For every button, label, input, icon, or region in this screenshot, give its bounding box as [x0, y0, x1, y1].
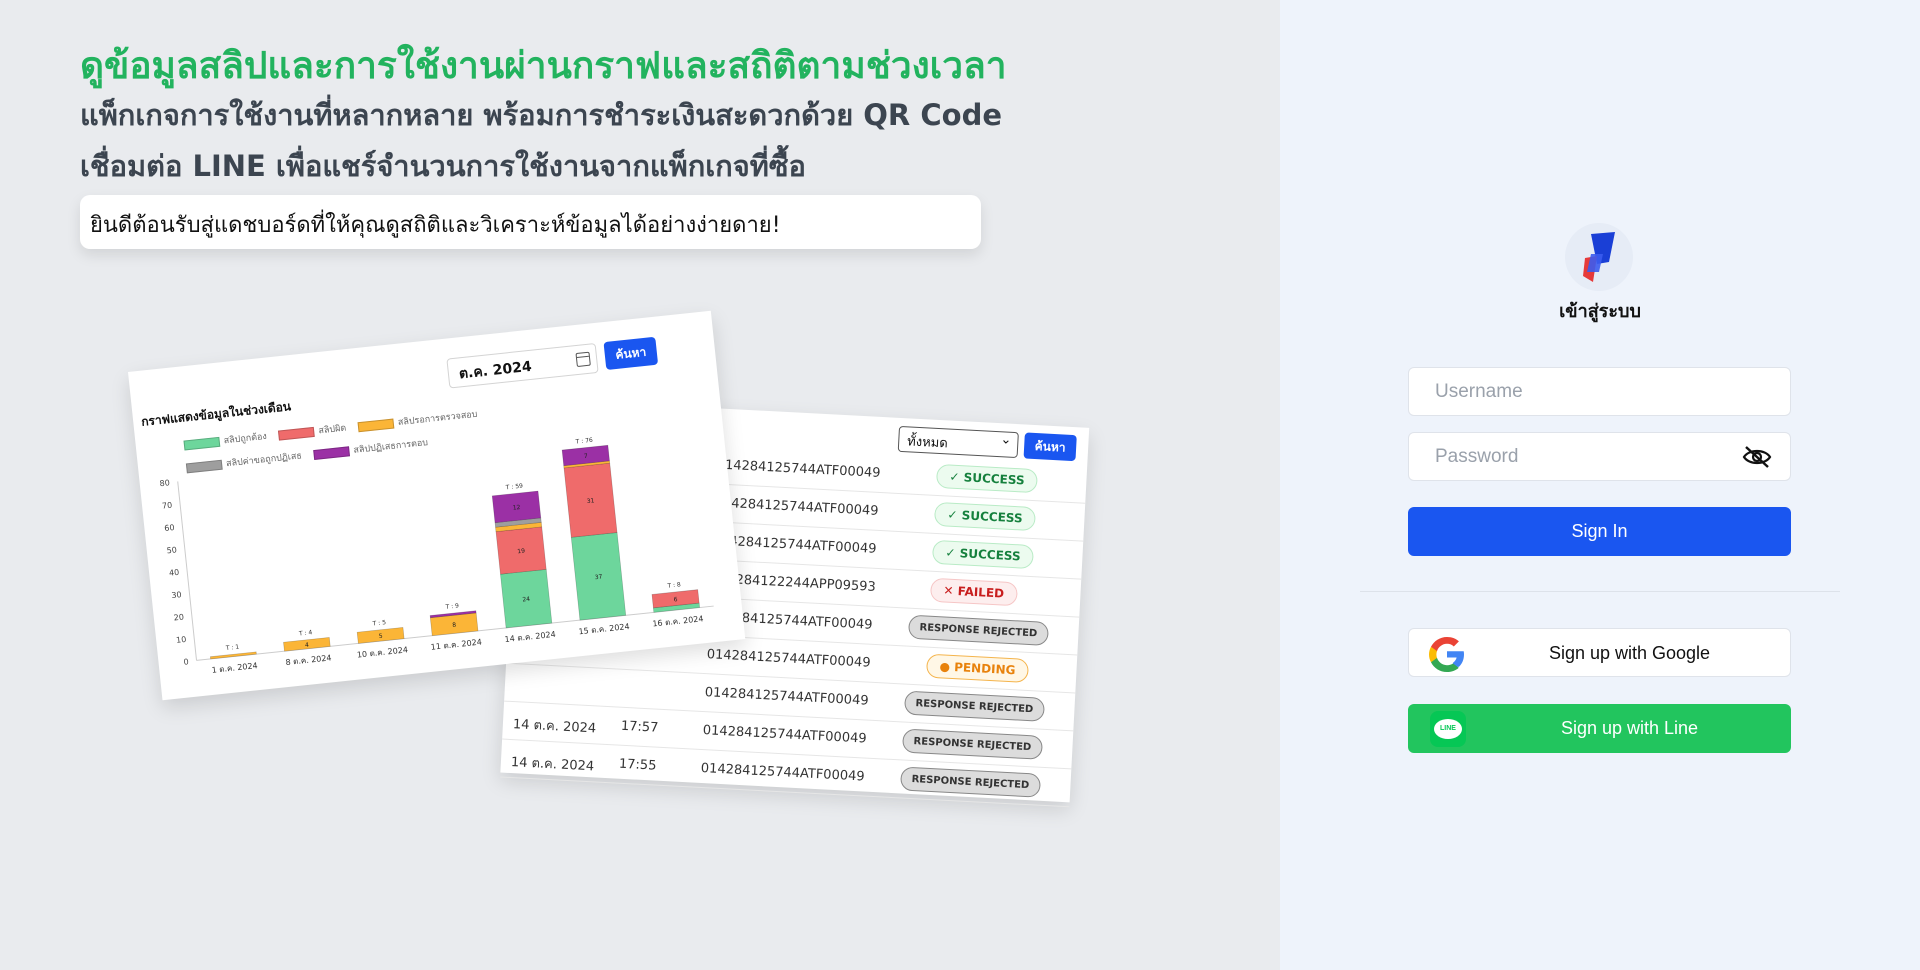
google-signup-button[interactable]: Sign up with Google	[1408, 628, 1791, 677]
x-tick-label: 1 ต.ค. 2024	[211, 661, 258, 675]
month-picker-value: ต.ค. 2024	[458, 358, 533, 383]
status-badge: ✕ FAILED	[929, 577, 1018, 607]
bar-total-label: T : 76	[574, 437, 593, 446]
y-tick-label: 10	[176, 635, 187, 645]
divider	[1360, 591, 1840, 592]
status-badge: RESPONSE REJECTED	[901, 728, 1043, 760]
segment-value-label: 12	[512, 504, 521, 512]
segment-value-label: 5	[378, 633, 383, 640]
table-search-button: ค้นหา	[1023, 432, 1077, 462]
y-tick-label: 70	[162, 501, 173, 511]
status-filter-value: ทั้งหมด	[906, 434, 949, 452]
password-field[interactable]	[1408, 432, 1791, 481]
row-reference: 014284125744ATF00049	[714, 495, 879, 519]
sign-in-button[interactable]: Sign In	[1408, 507, 1791, 556]
username-field[interactable]	[1408, 367, 1791, 416]
x-tick-label: 14 ต.ค. 2024	[504, 630, 556, 644]
line-icon: LINE	[1430, 711, 1466, 747]
segment-value-label: 4	[305, 642, 310, 649]
row-date: 14 ต.ค. 2024	[512, 717, 597, 737]
legend-item: สลิปรอการตรวจสอบ	[357, 407, 478, 433]
status-filter-select: ทั้งหมด	[897, 425, 1019, 459]
eye-off-icon[interactable]	[1742, 445, 1772, 469]
google-icon	[1429, 637, 1464, 672]
legend-label: สลิปรอการตรวจสอบ	[397, 409, 478, 429]
segment-value-label: 6	[673, 596, 678, 603]
status-badge: RESPONSE REJECTED	[899, 766, 1041, 798]
segment-value-label: 7	[584, 453, 589, 460]
status-badge: ✓ SUCCESS	[935, 463, 1039, 494]
login-panel	[1280, 0, 1920, 970]
chart-preview-card: กราฟแสดงข้อมูลในช่วงเดือน ต.ค. 2024 ค้นห…	[128, 310, 746, 701]
brand-logo-icon	[1583, 232, 1615, 282]
row-time: 17:55	[618, 756, 657, 774]
bar-total-label: T : 59	[505, 483, 524, 492]
y-tick-label: 20	[173, 613, 184, 623]
segment-value-label: 8	[452, 622, 457, 629]
row-time: 17:57	[620, 718, 659, 736]
segment-value-label: 31	[586, 497, 595, 505]
calendar-icon	[575, 351, 591, 368]
row-reference: 014284125744ATF00049	[700, 760, 865, 785]
row-date: 14 ต.ค. 2024	[510, 755, 595, 775]
row-reference: 014284125744ATF00049	[716, 457, 881, 481]
bar-total-label: T : 4	[298, 629, 313, 637]
x-tick-label: 11 ต.ค. 2024	[430, 638, 482, 652]
y-tick-label: 50	[166, 545, 177, 555]
legend-swatch	[278, 426, 316, 441]
month-picker: ต.ค. 2024	[446, 342, 599, 389]
y-axis-line	[177, 481, 198, 661]
row-reference: 014284125744ATF00049	[712, 533, 877, 557]
x-tick-label: 8 ต.ค. 2024	[285, 653, 332, 667]
bar-total-label: T : 5	[371, 619, 386, 627]
row-reference: 014284125744ATF00049	[706, 647, 871, 671]
legend-swatch	[357, 418, 395, 432]
app-logo	[1565, 223, 1633, 291]
row-reference: 014284125744ATF00049	[702, 723, 867, 747]
hero-panel: ดูข้อมูลสลิปและการใช้งานผ่านกราฟและสถิติ…	[0, 0, 1280, 970]
welcome-banner: ยินดีต้อนรับสู่แดชบอร์ดที่ให้คุณดูสถิติแ…	[80, 195, 981, 249]
hero-headline: ดูข้อมูลสลิปและการใช้งานผ่านกราฟและสถิติ…	[80, 44, 1007, 87]
segment-value-label: 19	[517, 548, 526, 556]
username-input[interactable]	[1409, 368, 1790, 415]
segment-value-label: 24	[522, 596, 531, 604]
chart-search-button: ค้นหา	[603, 336, 659, 370]
status-badge: ✓ SUCCESS	[931, 539, 1035, 570]
status-badge: ● PENDING	[925, 653, 1030, 683]
hero-subtitle-line: เชื่อมต่อ LINE เพื่อแชร์จำนวนการใช้งานจา…	[80, 149, 806, 183]
status-badge: RESPONSE REJECTED	[903, 690, 1045, 722]
legend-item: สลิปผิด	[278, 421, 347, 442]
bar-total-label: T : 1	[225, 644, 240, 652]
legend-label: สลิปถูกต้อง	[223, 431, 268, 447]
y-tick-label: 0	[183, 657, 189, 666]
row-reference: 014284125744ATF00049	[704, 685, 869, 709]
legend-label: สลิปผิด	[317, 423, 347, 437]
y-tick-label: 60	[164, 523, 175, 533]
google-signup-label: Sign up with Google	[1548, 643, 1711, 663]
hero-subtitle-packages: แพ็กเกจการใช้งานที่หลากหลาย พร้อมการชำระ…	[80, 98, 1002, 132]
x-tick-label: 10 ต.ค. 2024	[356, 645, 408, 659]
bar-segment	[209, 651, 257, 660]
segment-value-label: 37	[594, 573, 603, 581]
line-signup-label: Sign up with Line	[1560, 718, 1699, 738]
login-title: เข้าสู่ระบบ	[1559, 301, 1641, 322]
line-icon-text: LINE	[1434, 719, 1462, 739]
password-input[interactable]	[1409, 433, 1790, 480]
y-tick-label: 40	[169, 568, 180, 578]
x-tick-label: 15 ต.ค. 2024	[578, 622, 630, 636]
legend-item: สลิปถูกต้อง	[183, 429, 267, 452]
bar-total-label: T : 8	[666, 581, 681, 589]
status-badge: ✓ SUCCESS	[933, 501, 1037, 532]
bar-total-label: T : 9	[444, 602, 459, 610]
line-signup-button[interactable]: LINE Sign up with Line	[1408, 704, 1791, 753]
status-badge: RESPONSE REJECTED	[907, 614, 1049, 646]
y-tick-label: 30	[171, 590, 182, 600]
x-tick-label: 16 ต.ค. 2024	[652, 614, 704, 628]
legend-swatch	[183, 436, 221, 451]
y-tick-label: 80	[159, 478, 170, 488]
